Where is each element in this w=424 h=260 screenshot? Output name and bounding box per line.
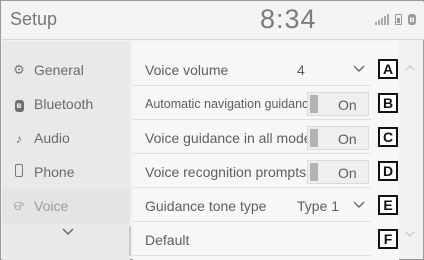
voice-recognition-prompts-label: Voice recognition prompts — [145, 164, 307, 180]
header-bar: Setup 8:34 ʙ — [2, 2, 424, 40]
battery-icon — [395, 14, 402, 25]
sidebar: ⚙ General ʙ Bluetooth ♪ Audio Phone ଙ Vo… — [2, 41, 131, 260]
guidance-tone-type-label: Guidance tone type — [145, 198, 267, 214]
screen: Setup 8:34 ʙ ⚙ General ʙ Bluetooth ♪ Aud… — [0, 0, 424, 260]
sidebar-item-phone[interactable]: Phone — [2, 155, 130, 189]
toggle-indicator — [310, 163, 318, 181]
chevron-down-icon[interactable] — [60, 224, 76, 240]
toggle-indicator — [310, 95, 318, 113]
voice-volume-value: 4 — [297, 62, 305, 78]
voice-volume-label: Voice volume — [145, 62, 229, 78]
settings-list: Voice volume 4 Automatic navigation guid… — [133, 41, 399, 260]
toggle-value: On — [338, 131, 357, 147]
chevron-down-icon[interactable] — [353, 63, 365, 75]
scroll-down-icon[interactable] — [405, 229, 415, 239]
callout-b: B — [378, 93, 398, 113]
guidance-tone-type-value: Type 1 — [297, 198, 340, 214]
default-button-label: Default — [145, 232, 190, 248]
signal-icon — [375, 14, 389, 25]
automatic-navigation-guidance-toggle[interactable]: On — [307, 92, 369, 116]
voice-guidance-all-modes-label: Voice guidance in all modes — [145, 130, 319, 146]
voice-volume-row[interactable]: Voice volume 4 — [133, 53, 371, 86]
music-note-icon: ♪ — [15, 130, 23, 146]
automatic-navigation-guidance-label: Automatic navigation guidance — [145, 97, 316, 111]
sidebar-item-general[interactable]: ⚙ General — [2, 53, 130, 87]
sidebar-item-label: Audio — [34, 130, 70, 146]
voice-recognition-prompts-toggle[interactable]: On — [307, 160, 369, 184]
voice-guidance-all-modes-toggle[interactable]: On — [307, 126, 369, 150]
callout-e: E — [378, 195, 398, 215]
chevron-down-icon[interactable] — [353, 199, 365, 211]
toggle-value: On — [338, 165, 357, 181]
sidebar-item-label: General — [34, 62, 84, 78]
callout-f: F — [378, 229, 398, 249]
voice-recognition-prompts-row[interactable]: Voice recognition prompts On — [133, 155, 371, 188]
scroll-up-icon[interactable] — [405, 63, 415, 73]
guidance-tone-type-row[interactable]: Guidance tone type Type 1 — [133, 189, 371, 222]
automatic-navigation-guidance-row[interactable]: Automatic navigation guidance On — [133, 87, 371, 120]
sidebar-item-label: Voice — [34, 198, 69, 214]
bluetooth-icon: ʙ — [408, 14, 416, 25]
scrollbar[interactable] — [400, 41, 422, 260]
voice-guidance-all-modes-row[interactable]: Voice guidance in all modes On — [133, 121, 371, 154]
default-row[interactable]: Default — [133, 223, 371, 256]
toggle-value: On — [338, 97, 357, 113]
bluetooth-icon: ʙ — [12, 96, 26, 112]
sidebar-item-label: Phone — [34, 164, 75, 180]
status-icons: ʙ — [375, 14, 416, 25]
sidebar-item-bluetooth[interactable]: ʙ Bluetooth — [2, 87, 130, 121]
sidebar-item-voice[interactable]: ଙ Voice — [2, 189, 130, 223]
callout-d: D — [378, 161, 398, 181]
sidebar-divider — [129, 226, 131, 256]
sidebar-item-audio[interactable]: ♪ Audio — [2, 121, 130, 155]
clock: 8:34 — [260, 4, 317, 34]
sidebar-item-label: Bluetooth — [34, 96, 94, 112]
callout-a: A — [378, 59, 398, 79]
phone-icon — [12, 164, 26, 180]
voice-icon: ଙ — [13, 198, 25, 213]
callout-c: C — [378, 127, 398, 147]
toggle-indicator — [310, 129, 318, 147]
gear-icon: ⚙ — [13, 62, 25, 77]
page-title: Setup — [10, 9, 58, 29]
